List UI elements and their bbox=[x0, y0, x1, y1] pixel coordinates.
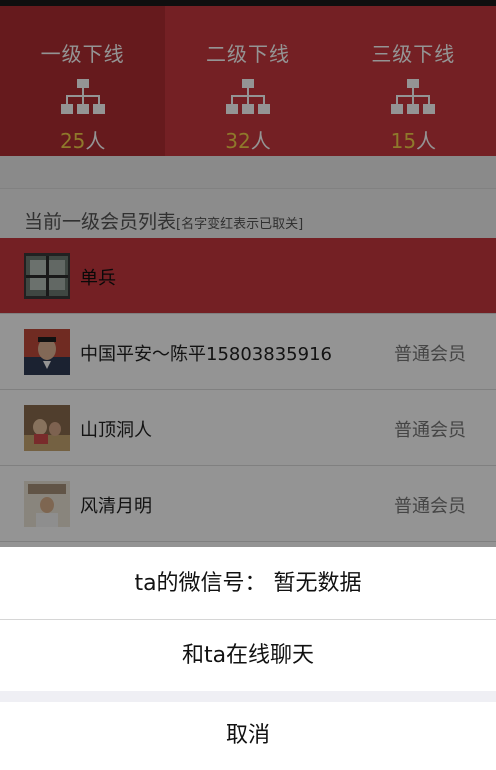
online-chat-button[interactable]: 和ta在线聊天 bbox=[0, 620, 496, 691]
wechat-id-value: 暂无数据 bbox=[273, 571, 362, 596]
cancel-button[interactable]: 取消 bbox=[0, 702, 496, 770]
action-sheet: ta的微信号： 暂无数据 和ta在线聊天 取消 bbox=[0, 547, 496, 770]
wechat-id-button[interactable]: ta的微信号： 暂无数据 bbox=[0, 547, 496, 620]
wechat-id-label: ta的微信号： bbox=[134, 571, 267, 596]
